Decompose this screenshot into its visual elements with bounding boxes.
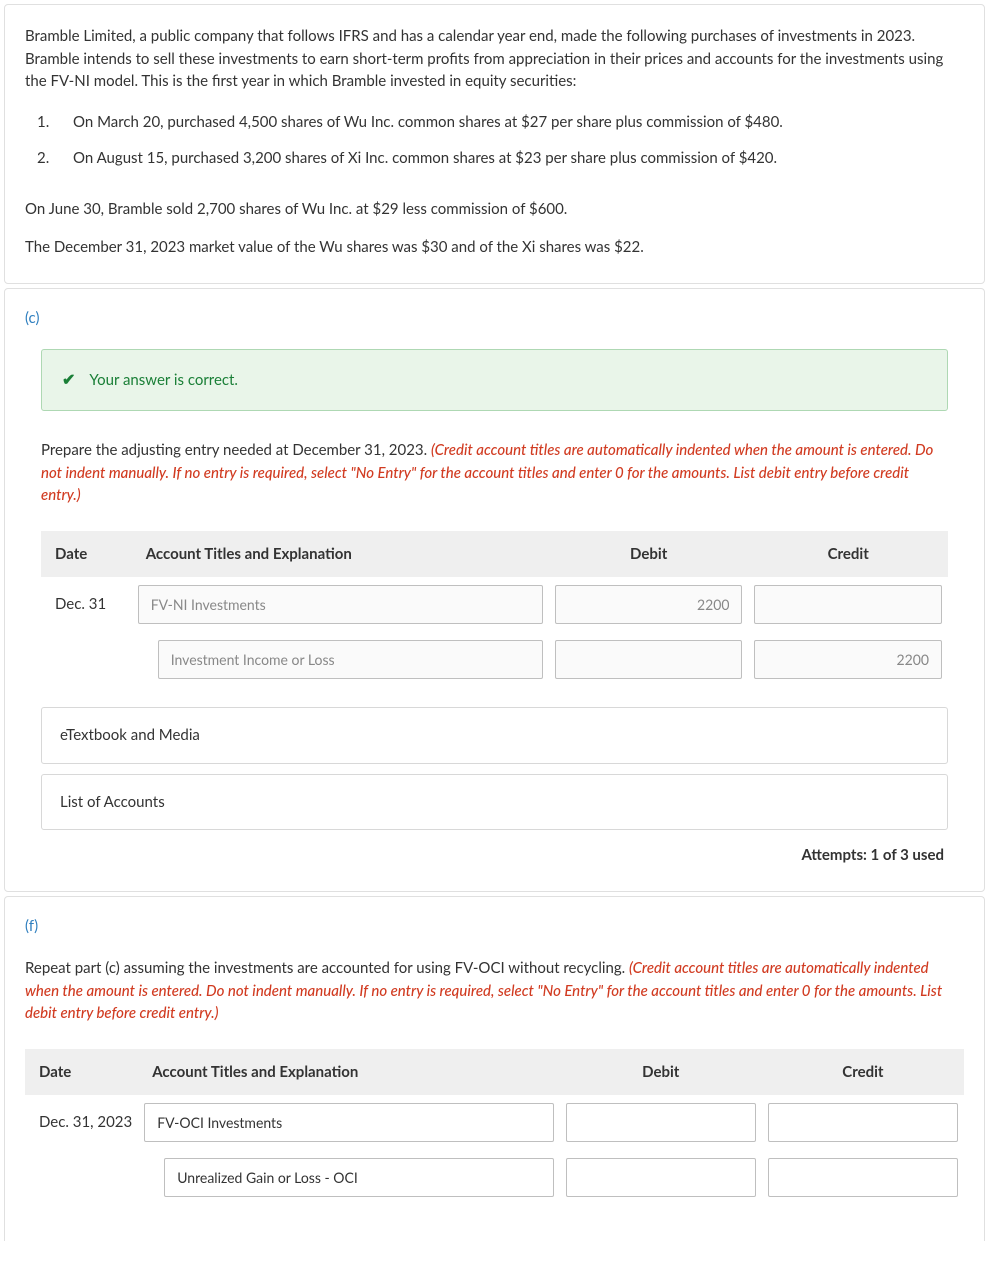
list-text: On March 20, purchased 4,500 shares of W… (73, 111, 783, 134)
account-title-input[interactable] (144, 1103, 554, 1142)
journal-entry-table-c: Date Account Titles and Explanation Debi… (41, 531, 948, 688)
credit-input[interactable] (754, 640, 942, 679)
intro-paragraph-2: On June 30, Bramble sold 2,700 shares of… (25, 198, 964, 221)
credit-input[interactable] (768, 1103, 958, 1142)
intro-paragraph-1: Bramble Limited, a public company that f… (25, 25, 964, 93)
debit-input[interactable] (555, 585, 743, 624)
part-c-instructions: Prepare the adjusting entry needed at De… (41, 439, 948, 507)
table-row: Dec. 31 (41, 577, 948, 632)
table-row: Dec. 31, 2023 (25, 1095, 964, 1150)
part-f-card: (f) Repeat part (c) assuming the investm… (4, 896, 985, 1242)
header-debit: Debit (560, 1049, 762, 1096)
credit-input[interactable] (768, 1158, 958, 1197)
list-number: 1. (37, 111, 53, 134)
list-number: 2. (37, 147, 53, 170)
entry-date: Dec. 31 (41, 577, 132, 632)
list-item: 2. On August 15, purchased 3,200 shares … (37, 147, 964, 170)
intro-paragraph-3: The December 31, 2023 market value of th… (25, 236, 964, 259)
header-account: Account Titles and Explanation (138, 1049, 560, 1096)
debit-input[interactable] (566, 1158, 756, 1197)
attempts-counter: Attempts: 1 of 3 used (25, 844, 944, 867)
header-credit: Credit (748, 531, 948, 578)
credit-input[interactable] (754, 585, 942, 624)
entry-date (25, 1150, 138, 1205)
header-account: Account Titles and Explanation (132, 531, 549, 578)
list-text: On August 15, purchased 3,200 shares of … (73, 147, 777, 170)
banner-text: Your answer is correct. (89, 369, 238, 392)
part-label-c: (c) (5, 289, 984, 330)
table-row (41, 632, 948, 687)
part-label-f: (f) (5, 897, 984, 938)
header-credit: Credit (762, 1049, 964, 1096)
account-title-input[interactable] (138, 585, 543, 624)
entry-date: Dec. 31, 2023 (25, 1095, 138, 1150)
list-item: 1. On March 20, purchased 4,500 shares o… (37, 111, 964, 134)
account-title-input[interactable] (164, 1158, 554, 1197)
list-of-accounts-button[interactable]: List of Accounts (41, 774, 948, 831)
table-row (25, 1150, 964, 1205)
correct-answer-banner: ✔ Your answer is correct. (41, 349, 948, 411)
etextbook-media-button[interactable]: eTextbook and Media (41, 707, 948, 764)
part-c-card: (c) ✔ Your answer is correct. Prepare th… (4, 288, 985, 892)
part-f-instructions: Repeat part (c) assuming the investments… (25, 957, 964, 1025)
header-date: Date (41, 531, 132, 578)
account-title-input[interactable] (158, 640, 543, 679)
header-date: Date (25, 1049, 138, 1096)
entry-date (41, 632, 132, 687)
problem-statement-card: Bramble Limited, a public company that f… (4, 4, 985, 284)
check-icon: ✔ (62, 368, 75, 392)
journal-entry-table-f: Date Account Titles and Explanation Debi… (25, 1049, 964, 1206)
debit-input[interactable] (555, 640, 743, 679)
purchase-list: 1. On March 20, purchased 4,500 shares o… (25, 111, 964, 170)
header-debit: Debit (549, 531, 749, 578)
debit-input[interactable] (566, 1103, 756, 1142)
